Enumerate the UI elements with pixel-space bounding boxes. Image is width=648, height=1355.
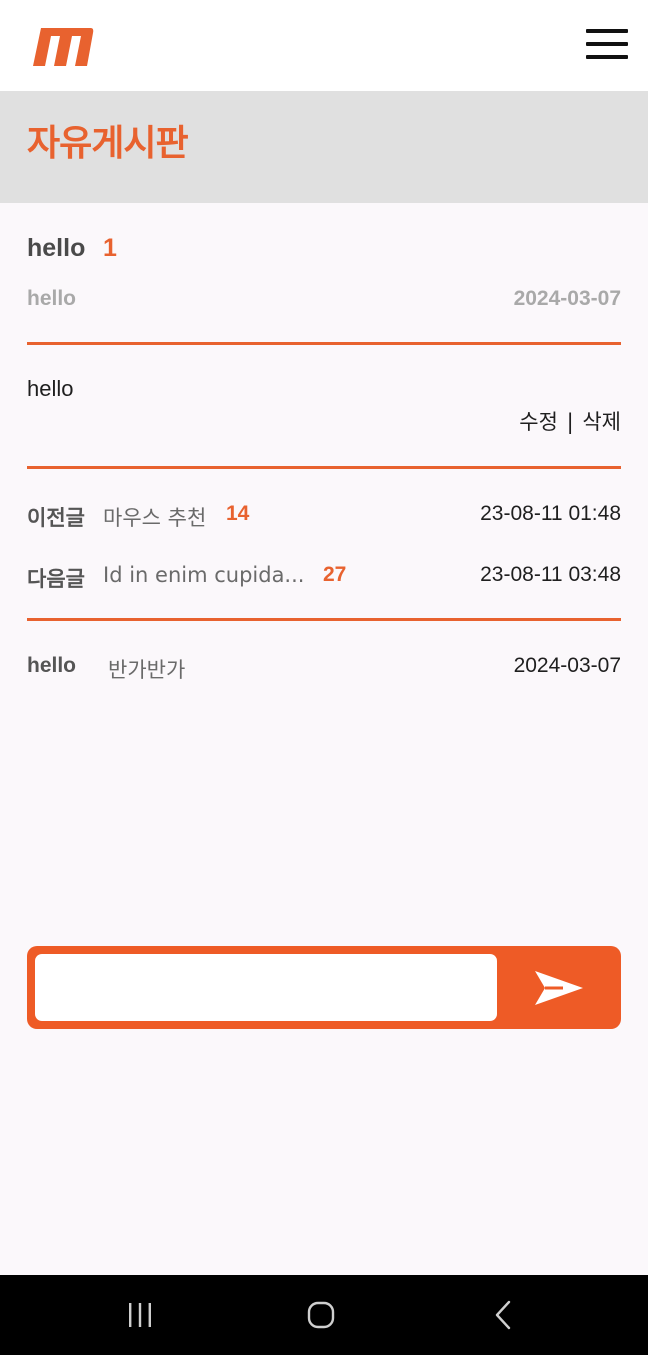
recent-apps-icon[interactable] <box>120 1295 160 1335</box>
comment-text: 반가반가 <box>108 658 186 682</box>
next-post-count: 27 <box>323 563 347 586</box>
hamburger-menu-icon[interactable] <box>586 29 628 59</box>
prev-post-count: 14 <box>226 502 250 525</box>
post-title: hello <box>27 234 86 262</box>
comment-form <box>27 946 621 1029</box>
prev-post-label: 이전글 <box>27 506 85 530</box>
comment-date: 2024-03-07 <box>513 654 621 677</box>
send-icon <box>535 971 583 1005</box>
comment-count-badge: 1 <box>103 234 117 262</box>
prev-post-link[interactable]: 이전글 마우스 추천 14 23-08-11 01:48 <box>27 500 621 530</box>
comment-author: hello <box>27 654 77 677</box>
prev-post-date: 23-08-11 01:48 <box>480 502 621 525</box>
next-post-date: 23-08-11 03:48 <box>480 563 621 586</box>
comment-input[interactable] <box>35 954 497 1021</box>
comment-item: hello 반가반가 2024-03-07 <box>27 654 621 684</box>
action-separator: | <box>566 410 574 434</box>
next-post-link[interactable]: 다음글 Id in enim cupida... 27 23-08-11 03:… <box>27 561 621 591</box>
app-header <box>0 0 648 91</box>
system-nav-bar <box>0 1275 648 1355</box>
board-title: 자유게시판 <box>27 123 189 164</box>
m-logo-icon[interactable] <box>32 19 96 67</box>
post-author: hello <box>27 287 77 310</box>
post-actions: 수정 | 삭제 <box>519 412 621 433</box>
home-icon[interactable] <box>301 1295 341 1335</box>
divider <box>27 342 621 345</box>
next-post-label: 다음글 <box>27 567 85 591</box>
back-icon[interactable] <box>484 1295 524 1335</box>
divider <box>27 618 621 621</box>
next-post-title: Id in enim cupida... <box>103 563 305 587</box>
prev-post-title: 마우스 추천 <box>103 506 207 530</box>
post-date: 2024-03-07 <box>513 287 621 310</box>
divider <box>27 466 621 469</box>
send-button[interactable] <box>505 954 613 1021</box>
delete-button[interactable]: 삭제 <box>582 410 621 434</box>
post-body: hello <box>27 376 74 401</box>
edit-button[interactable]: 수정 <box>519 410 558 434</box>
